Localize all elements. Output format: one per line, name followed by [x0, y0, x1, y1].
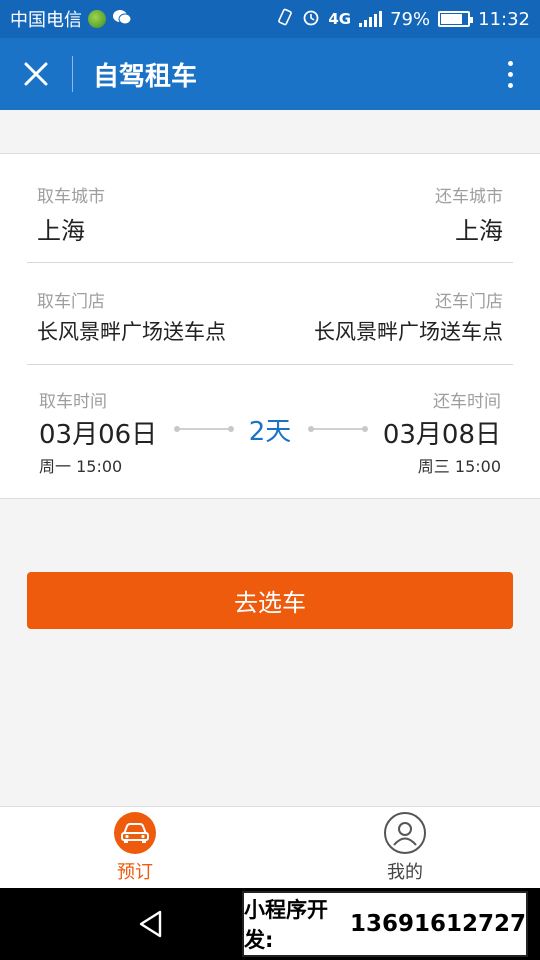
tab-mine[interactable]: 我的 [270, 807, 540, 888]
wechat-icon [112, 9, 132, 29]
city-row: 取车城市 上海 还车城市 上海 [27, 154, 513, 262]
return-city-selector[interactable]: 还车城市 上海 [435, 182, 503, 246]
tab-mine-label: 我的 [387, 861, 423, 883]
pickup-city-label: 取车城市 [37, 187, 105, 207]
return-city-value: 上海 [455, 217, 503, 245]
return-time-selector[interactable]: 还车时间 03月08日 周三 15:00 [383, 387, 501, 477]
duration-line-right [308, 426, 368, 432]
return-date: 03月08日 [382, 420, 501, 450]
title-divider [72, 56, 73, 92]
pickup-weekday-time: 周一 15:00 [39, 457, 123, 476]
pickup-city-selector[interactable]: 取车城市 上海 [37, 182, 105, 246]
signal-icon [359, 11, 383, 27]
return-time-label: 还车时间 [433, 392, 501, 412]
battery-icon [438, 11, 474, 27]
choose-car-button[interactable]: 去选车 [27, 572, 513, 629]
car-icon [114, 811, 156, 854]
promo-phone: 13691612727 [349, 911, 526, 937]
booking-form: 取车城市 上海 还车城市 上海 取车门店 长风景畔广场送车点 还车门店 长风景畔… [0, 153, 540, 499]
return-weekday-time: 周三 15:00 [417, 457, 501, 476]
time-row: 取车时间 03月06日 周一 15:00 2天 还车时间 03月08日 周三 1… [27, 365, 513, 499]
pickup-time-label: 取车时间 [39, 392, 107, 412]
return-store-value: 长风景畔广场送车点 [314, 320, 503, 344]
pickup-store-selector[interactable]: 取车门店 长风景畔广场送车点 [37, 287, 226, 346]
close-icon [24, 62, 48, 86]
tab-booking-label: 预订 [117, 861, 153, 883]
store-row: 取车门店 长风景畔广场送车点 还车门店 长风景畔广场送车点 [27, 263, 513, 364]
tab-booking[interactable]: 预订 [0, 807, 270, 888]
tab-bar: 预订 我的 [0, 806, 540, 888]
close-button[interactable] [0, 38, 72, 110]
user-icon [384, 811, 426, 854]
back-icon[interactable] [138, 909, 164, 939]
more-menu-button[interactable] [480, 38, 540, 110]
return-store-label: 还车门店 [435, 292, 503, 312]
carrier-name: 中国电信 [10, 10, 82, 31]
alarm-icon [302, 8, 320, 30]
page-title: 自驾租车 [93, 61, 198, 92]
pickup-city-value: 上海 [37, 217, 85, 245]
pickup-store-label: 取车门店 [37, 292, 105, 312]
return-store-selector[interactable]: 还车门店 长风景畔广场送车点 [314, 287, 503, 346]
return-city-label: 还车城市 [435, 187, 503, 207]
browser-globe-icon [88, 10, 106, 28]
status-bar: 中国电信 4G 79% 11:32 [0, 0, 540, 38]
promo-banner: 小程序开发: 13691612727 [242, 891, 528, 957]
clock: 11:32 [478, 8, 530, 30]
title-bar: 自驾租车 [0, 38, 540, 110]
pickup-store-value: 长风景畔广场送车点 [37, 320, 226, 344]
battery-percent: 79% [390, 8, 431, 30]
network-type: 4G [328, 10, 352, 28]
promo-text: 小程序开发: [244, 898, 328, 952]
vibrate-icon [276, 8, 294, 30]
more-dot-icon [507, 60, 513, 66]
